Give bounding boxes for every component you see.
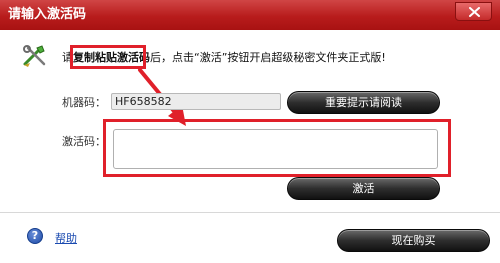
title-bar: 请输入激活码 — [0, 0, 500, 30]
activation-code-input[interactable] — [113, 129, 438, 169]
highlight-box-instruction — [70, 45, 146, 69]
buy-now-button[interactable]: 现在购买 — [337, 229, 490, 252]
activate-button[interactable]: 激活 — [287, 177, 440, 200]
machine-code-label: 机器码： — [62, 96, 106, 109]
footer-divider — [0, 212, 500, 213]
machine-code-field[interactable]: HF658582 — [111, 93, 281, 110]
important-notice-button[interactable]: 重要提示请阅读 — [287, 91, 440, 114]
close-button[interactable] — [455, 2, 492, 21]
activation-dialog: 请输入激活码 请复制粘贴激活码后，点击“激活”按钮开启超级秘密文件夹正式版! 机… — [0, 0, 500, 263]
close-icon — [469, 7, 480, 17]
tools-icon — [23, 45, 46, 67]
activation-code-label: 激活码： — [62, 135, 106, 148]
instruction-suffix: 后，点击“激活”按钮开启超级秘密文件夹正式版! — [150, 51, 386, 64]
question-icon[interactable]: ? — [27, 228, 43, 244]
window-title: 请输入激活码 — [8, 7, 87, 22]
help-link[interactable]: 帮助 — [55, 232, 77, 245]
